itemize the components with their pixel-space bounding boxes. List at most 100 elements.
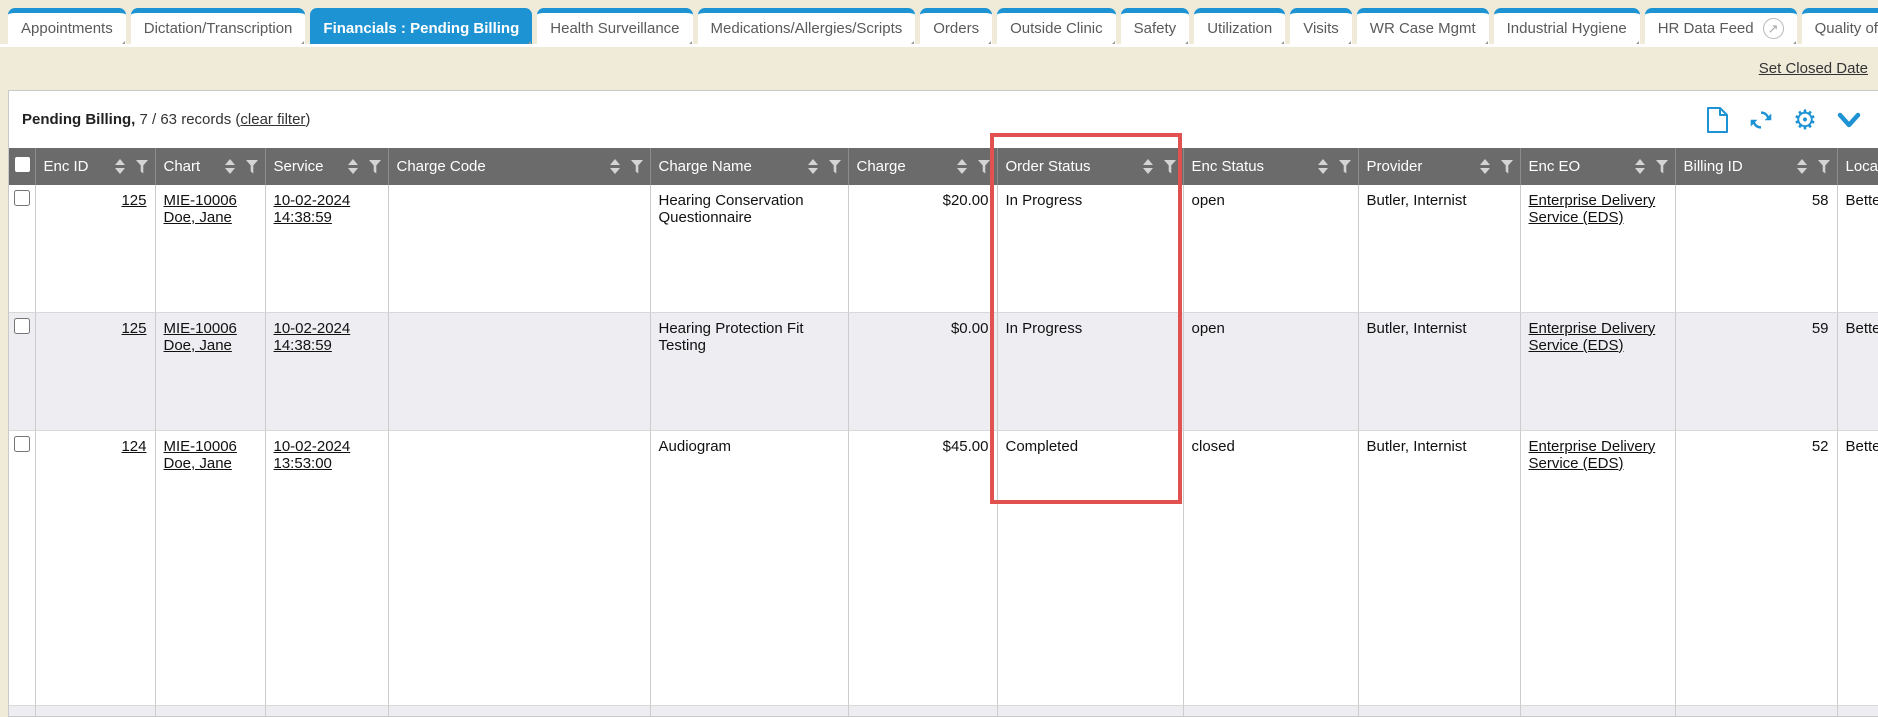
tab-utilization[interactable]: Utilization: [1194, 8, 1285, 44]
gear-icon[interactable]: ⚙: [1792, 107, 1818, 133]
enc-eo-link[interactable]: Enterprise Delivery Service (EDS): [1529, 320, 1656, 354]
tab-appointments[interactable]: Appointments: [8, 8, 126, 44]
charge-code-cell: [388, 185, 650, 312]
col-header-order-status[interactable]: Order Status: [997, 148, 1183, 185]
chart-link[interactable]: MIE-10006 Doe, Jane: [164, 438, 237, 472]
panel-header: Pending Billing, 7 / 63 records (clear f…: [9, 91, 1878, 148]
filter-icon[interactable]: [829, 160, 842, 174]
billing-id-cell: 58: [1675, 185, 1837, 312]
billing-id-cell: 52: [1675, 430, 1837, 705]
row-checkbox[interactable]: [14, 318, 30, 334]
filter-icon[interactable]: [369, 160, 382, 174]
tab-outside-clinic[interactable]: Outside Clinic: [997, 8, 1116, 44]
order-status-cell: In Progress: [997, 312, 1183, 430]
col-header-billing-id[interactable]: Billing ID: [1675, 148, 1837, 185]
filter-icon[interactable]: [1818, 160, 1831, 174]
enc-eo-link[interactable]: Enterprise Delivery Service (EDS): [1529, 192, 1656, 226]
chart-link[interactable]: MIE-10006 Doe, Jane: [164, 192, 237, 226]
tab-safety[interactable]: Safety: [1121, 8, 1190, 44]
action-strip: Set Closed Date: [0, 47, 1878, 90]
sort-icon[interactable]: [115, 159, 125, 174]
col-header-charge[interactable]: Charge: [848, 148, 997, 185]
provider-cell: Butler, Internist: [1358, 312, 1520, 430]
billing-id-cell: 59: [1675, 312, 1837, 430]
tab-medications-allergies-scripts[interactable]: Medications/Allergies/Scripts: [698, 8, 916, 44]
chart-link[interactable]: MIE-10006 Doe, Jane: [164, 320, 237, 354]
col-header-enc-eo[interactable]: Enc EO: [1520, 148, 1675, 185]
filter-icon[interactable]: [1656, 160, 1669, 174]
location-cell: Better C: [1837, 430, 1878, 705]
tab-financials-pending-billing[interactable]: Financials : Pending Billing: [310, 8, 532, 44]
refresh-icon[interactable]: [1748, 107, 1774, 133]
col-header-enc-id[interactable]: Enc ID: [35, 148, 155, 185]
tab-quality-of-care[interactable]: Quality of Care: [1802, 8, 1878, 44]
panel-toolbar: ⚙: [1704, 107, 1862, 133]
enc-id-link[interactable]: 125: [121, 320, 146, 337]
charge-name-cell: Hearing Conservation Questionnaire: [650, 185, 848, 312]
filter-icon[interactable]: [978, 160, 991, 174]
row-checkbox[interactable]: [14, 190, 30, 206]
tab-hr-data-feed[interactable]: HR Data Feed ↗: [1645, 8, 1797, 44]
filter-icon[interactable]: [136, 160, 149, 174]
charge-name-cell: Audiogram: [650, 430, 848, 705]
filter-icon[interactable]: [1164, 160, 1177, 174]
col-header-charge-name[interactable]: Charge Name: [650, 148, 848, 185]
sort-icon[interactable]: [610, 159, 620, 174]
col-header-charge-code[interactable]: Charge Code: [388, 148, 650, 185]
charge-code-cell: [388, 312, 650, 430]
table-row: 124 MIE-10006 Doe, Jane 10-02-2024 13:53…: [9, 430, 1878, 705]
location-cell: Better C: [1837, 312, 1878, 430]
order-status-cell: Completed: [997, 430, 1183, 705]
sort-icon[interactable]: [1635, 159, 1645, 174]
sort-icon[interactable]: [1318, 159, 1328, 174]
sort-icon[interactable]: [1480, 159, 1490, 174]
clear-filter-link[interactable]: clear filter: [240, 111, 305, 128]
filter-icon[interactable]: [246, 160, 259, 174]
charge-name-cell: Hearing Protection Fit Testing: [650, 312, 848, 430]
tab-industrial-hygiene[interactable]: Industrial Hygiene: [1494, 8, 1640, 44]
col-header-provider[interactable]: Provider: [1358, 148, 1520, 185]
col-header-select-all[interactable]: [9, 148, 35, 185]
tab-health-surveillance[interactable]: Health Surveillance: [537, 8, 692, 44]
tab-dictation-transcription[interactable]: Dictation/Transcription: [131, 8, 306, 44]
filter-icon[interactable]: [1501, 160, 1514, 174]
col-header-location[interactable]: Location: [1837, 148, 1878, 185]
enc-id-link[interactable]: 124: [121, 438, 146, 455]
popout-icon: ↗: [1763, 18, 1784, 39]
tab-wr-case-mgmt[interactable]: WR Case Mgmt: [1357, 8, 1489, 44]
table-row: 125 MIE-10006 Doe, Jane 10-02-2024 14:38…: [9, 185, 1878, 312]
pending-billing-table: Enc ID Chart Service Charge Code Charge …: [9, 148, 1878, 717]
table-row: 125 MIE-10006 Doe, Jane 10-02-2024 14:38…: [9, 312, 1878, 430]
service-date-link[interactable]: 10-02-2024 13:53:00: [274, 438, 351, 472]
sort-icon[interactable]: [1143, 159, 1153, 174]
row-checkbox[interactable]: [14, 436, 30, 452]
enc-id-link[interactable]: 125: [121, 192, 146, 209]
page: { "tabs": [ { "label": "Appointments", "…: [0, 0, 1878, 717]
sort-icon[interactable]: [1797, 159, 1807, 174]
enc-eo-link[interactable]: Enterprise Delivery Service (EDS): [1529, 438, 1656, 472]
sort-icon[interactable]: [348, 159, 358, 174]
table-header-row: Enc ID Chart Service Charge Code Charge …: [9, 148, 1878, 185]
col-header-enc-status[interactable]: Enc Status: [1183, 148, 1358, 185]
service-date-link[interactable]: 10-02-2024 14:38:59: [274, 320, 351, 354]
chevron-down-icon[interactable]: [1836, 107, 1862, 133]
filter-icon[interactable]: [631, 160, 644, 174]
charge-code-cell: [388, 430, 650, 705]
charge-cell: $0.00: [848, 312, 997, 430]
sort-icon[interactable]: [225, 159, 235, 174]
sort-icon[interactable]: [808, 159, 818, 174]
tab-orders[interactable]: Orders: [920, 8, 992, 44]
col-header-service[interactable]: Service: [265, 148, 388, 185]
service-date-link[interactable]: 10-02-2024 14:38:59: [274, 192, 351, 226]
select-all-checkbox[interactable]: [15, 157, 30, 172]
enc-status-cell: closed: [1183, 430, 1358, 705]
filter-icon[interactable]: [1339, 160, 1352, 174]
tab-visits[interactable]: Visits: [1290, 8, 1352, 44]
provider-cell: Butler, Internist: [1358, 430, 1520, 705]
col-header-chart[interactable]: Chart: [155, 148, 265, 185]
charge-cell: $20.00: [848, 185, 997, 312]
sort-icon[interactable]: [957, 159, 967, 174]
set-closed-date-link[interactable]: Set Closed Date: [1759, 60, 1868, 77]
new-document-icon[interactable]: [1704, 107, 1730, 133]
records-count: 7 / 63 records (: [140, 111, 241, 128]
